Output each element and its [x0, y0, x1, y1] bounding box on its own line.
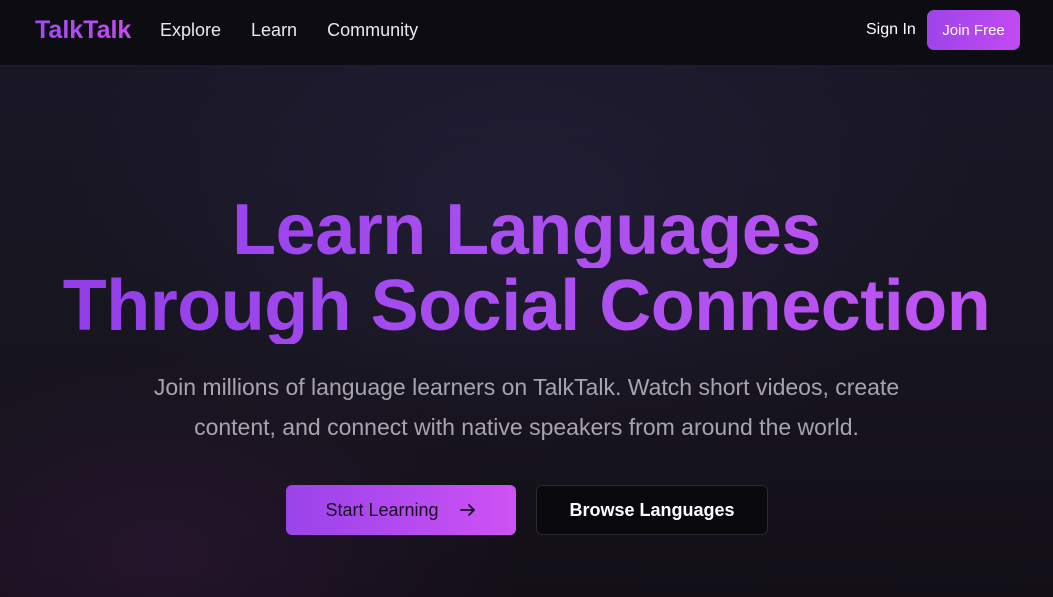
hero-subtitle-line-2: content, and connect with native speaker… — [194, 414, 859, 440]
hero-section: Learn Languages Through Social Connectio… — [0, 0, 1053, 597]
nav-learn[interactable]: Learn — [251, 19, 297, 41]
start-learning-button[interactable]: Start Learning — [286, 485, 516, 535]
arrow-right-icon — [459, 501, 477, 519]
start-learning-label: Start Learning — [325, 499, 439, 520]
nav-explore[interactable]: Explore — [160, 19, 221, 41]
hero-title-line-1: Learn Languages — [0, 192, 1053, 268]
main-nav: Explore Learn Community — [160, 19, 448, 41]
hero-title: Learn Languages Through Social Connectio… — [0, 192, 1053, 344]
join-free-button[interactable]: Join Free — [927, 10, 1020, 50]
hero-subtitle: Join millions of language learners on Ta… — [0, 367, 1053, 447]
sign-in-link[interactable]: Sign In — [866, 21, 916, 39]
hero-title-line-2: Through Social Connection — [0, 268, 1053, 344]
brand-logo[interactable]: TalkTalk — [35, 15, 131, 45]
nav-community[interactable]: Community — [327, 19, 418, 41]
browse-languages-button[interactable]: Browse Languages — [536, 485, 768, 535]
hero-subtitle-line-1: Join millions of language learners on Ta… — [153, 374, 900, 400]
top-navbar: TalkTalk Explore Learn Community Sign In… — [0, 0, 1053, 66]
